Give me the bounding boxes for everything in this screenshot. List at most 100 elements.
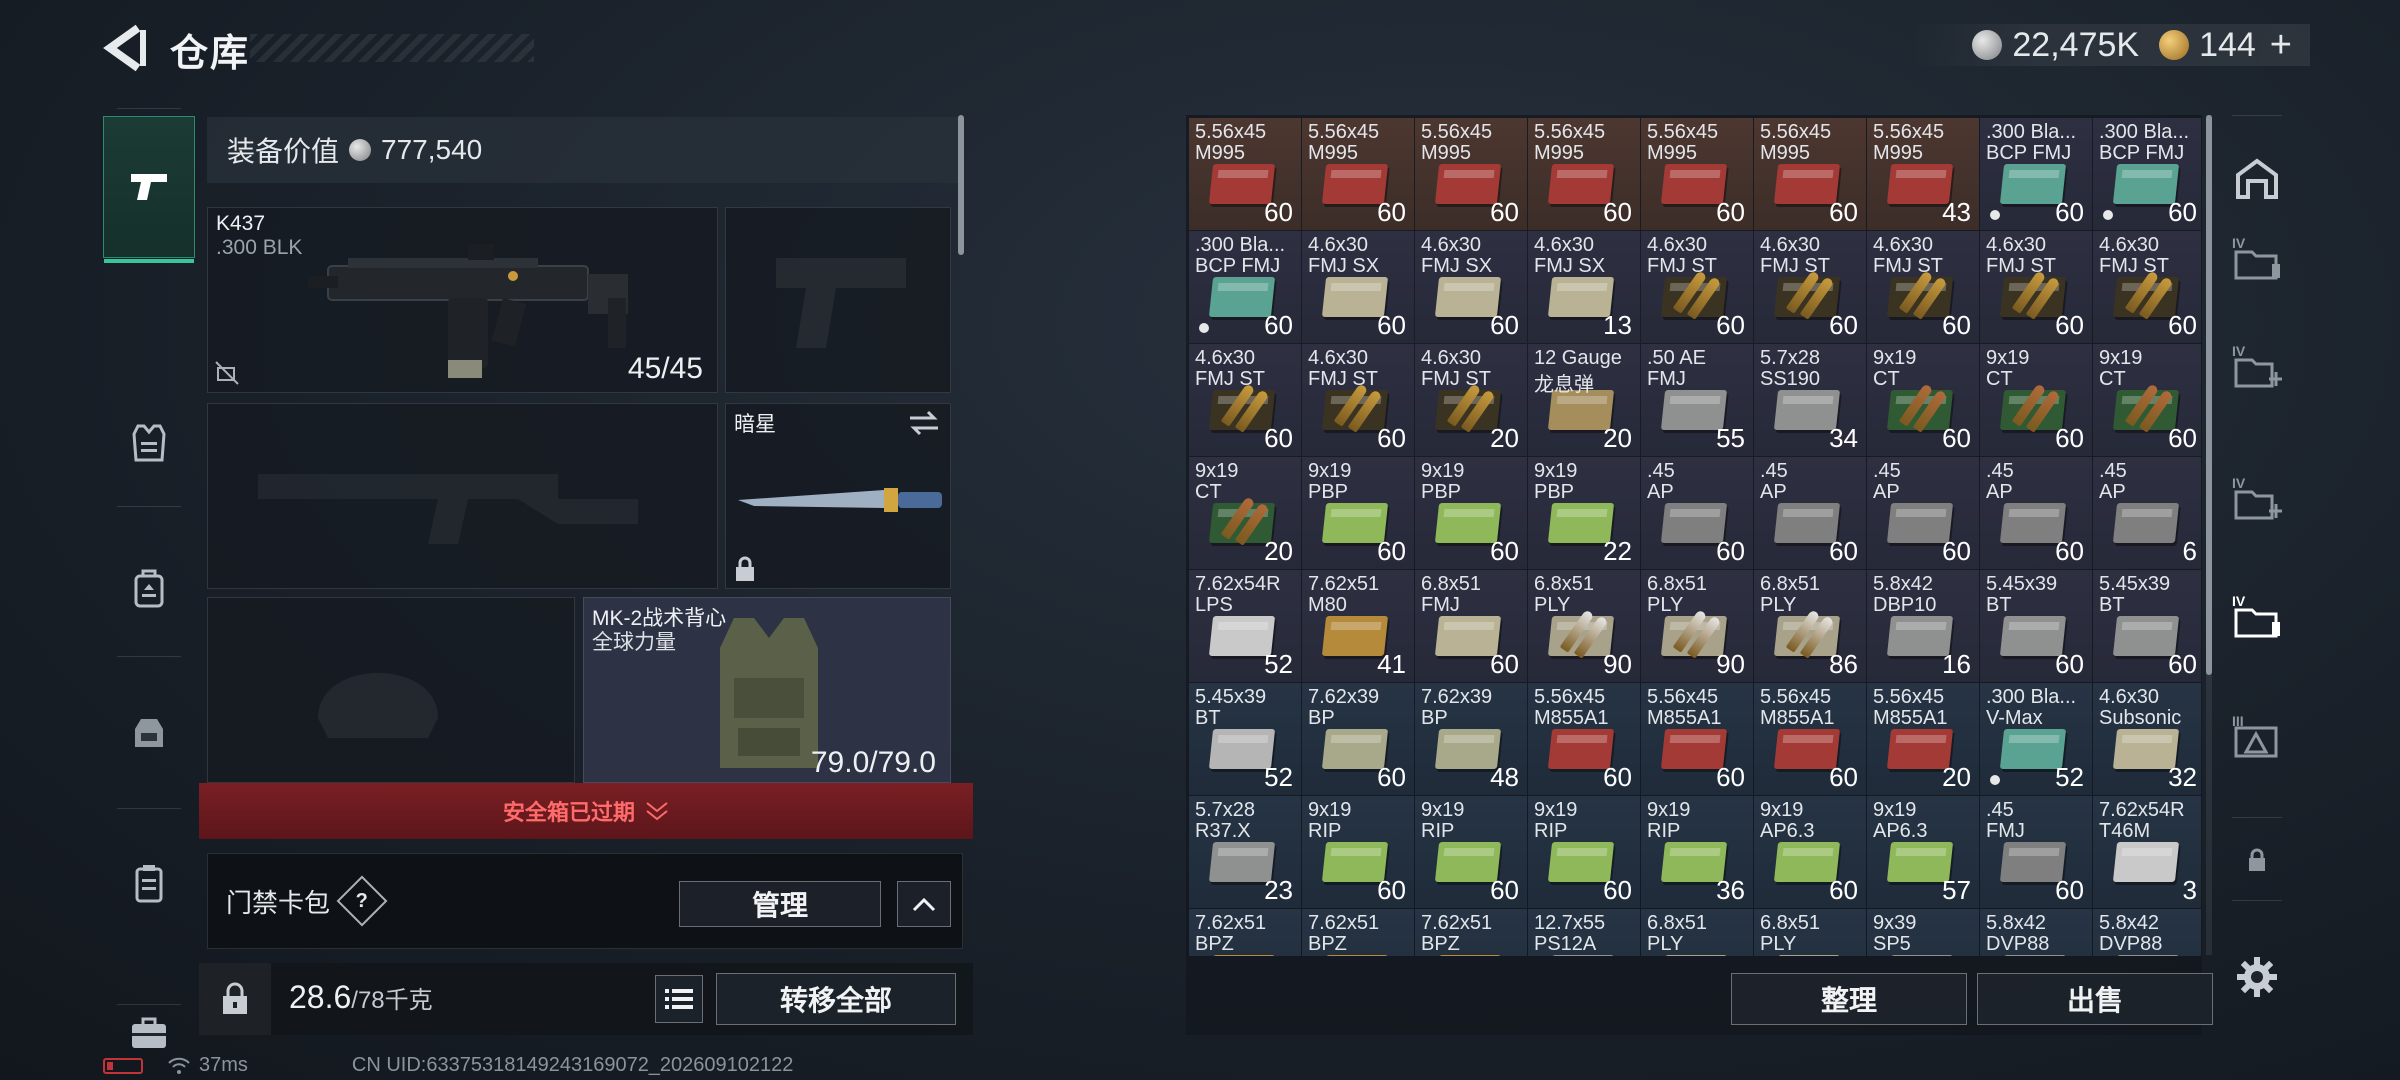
inventory-item[interactable]: 9x19 AP6.3 60 — [1754, 796, 1866, 908]
inventory-item[interactable]: 12.7x55 PS12A — [1528, 909, 1640, 956]
inventory-item[interactable]: 4.6x30 FMJ SX 60 — [1415, 231, 1527, 343]
inventory-item[interactable]: 5.56x45 M995 60 — [1754, 118, 1866, 230]
back-arrow-icon[interactable] — [100, 22, 150, 74]
inventory-item[interactable]: 9x19 RIP 60 — [1415, 796, 1527, 908]
inventory-item[interactable]: .45 FMJ 60 — [1980, 796, 2092, 908]
tab-storage-4c[interactable]: IV — [2227, 467, 2287, 527]
inventory-item[interactable]: 9x19 PBP 22 — [1528, 457, 1640, 569]
inventory-item[interactable]: 5.56x45 M995 60 — [1189, 118, 1301, 230]
inventory-item[interactable]: 7.62x51 BPZ — [1302, 909, 1414, 956]
inventory-item[interactable]: 5.45x39 BT 60 — [2093, 570, 2201, 682]
inventory-item[interactable]: 9x19 CT 60 — [1867, 344, 1979, 456]
inventory-item[interactable]: 9x19 CT 60 — [1980, 344, 2092, 456]
inventory-item[interactable]: 4.6x30 FMJ ST 60 — [2093, 231, 2201, 343]
helmet-slot[interactable] — [207, 597, 575, 783]
swap-icon[interactable] — [908, 410, 940, 436]
inventory-item[interactable]: 4.6x30 FMJ ST 60 — [1302, 344, 1414, 456]
inventory-item[interactable]: 4.6x30 FMJ ST 60 — [1641, 231, 1753, 343]
inventory-item[interactable]: 6.8x51 PLY 90 — [1641, 570, 1753, 682]
weight-lock[interactable] — [199, 963, 271, 1035]
inventory-item[interactable]: 9x19 RIP 36 — [1641, 796, 1753, 908]
manage-button[interactable]: 管理 — [679, 881, 881, 927]
vest-slot[interactable]: MK-2战术背心 全球力量 79.0/79.0 — [583, 597, 951, 783]
inventory-item[interactable]: 6.8x51 FMJ 60 — [1415, 570, 1527, 682]
inventory-item[interactable]: 9x19 PBP 60 — [1302, 457, 1414, 569]
inventory-item[interactable]: 5.7x28 R37.X 23 — [1189, 796, 1301, 908]
inventory-item[interactable]: .45 AP 60 — [1641, 457, 1753, 569]
sidebar-item-armor[interactable] — [103, 398, 195, 488]
sidebar-item-weapons[interactable] — [103, 116, 195, 263]
inventory-item[interactable]: 5.56x45 M855A1 20 — [1867, 683, 1979, 795]
sidebar-item-backpack[interactable] — [103, 543, 195, 633]
gold-currency[interactable]: 144 + — [2159, 24, 2292, 67]
inventory-item[interactable]: .45 AP 60 — [1754, 457, 1866, 569]
tab-storage-4d-active[interactable]: IV — [2227, 585, 2287, 645]
inventory-item[interactable]: 12 Gauge 龙息弹 20 — [1528, 344, 1640, 456]
silver-currency[interactable]: 22,475K — [1972, 26, 2139, 65]
help-icon[interactable]: ? — [336, 875, 388, 927]
inventory-item[interactable]: 4.6x30 FMJ ST 60 — [1754, 231, 1866, 343]
inventory-item[interactable]: 4.6x30 FMJ SX 13 — [1528, 231, 1640, 343]
secondary-weapon-slot[interactable] — [725, 207, 951, 393]
add-currency-icon[interactable]: + — [2270, 24, 2292, 67]
inventory-item[interactable]: 5.45x39 BT 52 — [1189, 683, 1301, 795]
inventory-item[interactable]: .300 Bla... BCP FMJ 60 — [1980, 118, 2092, 230]
inventory-item[interactable]: 9x19 RIP 60 — [1302, 796, 1414, 908]
inventory-item[interactable]: 5.7x28 SS190 34 — [1754, 344, 1866, 456]
sell-button[interactable]: 出售 — [1977, 973, 2213, 1025]
tab-storage-main[interactable] — [2227, 148, 2287, 208]
inventory-item[interactable]: 7.62x51 BPZ — [1415, 909, 1527, 956]
inventory-item[interactable]: 5.8x42 DBP10 16 — [1867, 570, 1979, 682]
tab-locked[interactable] — [2227, 830, 2287, 890]
inventory-scrollbar[interactable] — [2206, 115, 2212, 955]
inventory-item[interactable]: .45 AP 60 — [1867, 457, 1979, 569]
settings-button[interactable] — [2227, 947, 2287, 1007]
transfer-all-button[interactable]: 转移全部 — [716, 973, 956, 1025]
equipment-scrollbar[interactable] — [958, 115, 964, 255]
sidebar-item-rig[interactable] — [103, 688, 195, 778]
collapse-button[interactable] — [897, 881, 951, 927]
primary-weapon-slot[interactable]: K437 .300 BLK 45/45 — [207, 207, 718, 393]
inventory-item[interactable]: 5.56x45 M995 60 — [1415, 118, 1527, 230]
secondary-primary-slot[interactable] — [207, 403, 718, 589]
inventory-item[interactable]: 7.62x54R LPS 52 — [1189, 570, 1301, 682]
inventory-item[interactable]: .45 AP 60 — [1980, 457, 2092, 569]
inventory-item[interactable]: 4.6x30 FMJ ST 60 — [1980, 231, 2092, 343]
tab-storage-4b[interactable]: IV — [2227, 335, 2287, 395]
inventory-item[interactable]: .45 AP 6 — [2093, 457, 2201, 569]
inventory-item[interactable]: 7.62x51 BPZ — [1189, 909, 1301, 956]
inventory-item[interactable]: 9x19 RIP 60 — [1528, 796, 1640, 908]
inventory-item[interactable]: 4.6x30 FMJ ST 60 — [1867, 231, 1979, 343]
tab-storage-3[interactable]: III — [2227, 705, 2287, 765]
list-view-button[interactable] — [655, 975, 703, 1023]
inventory-item[interactable]: 5.8x42 DVP88 — [1980, 909, 2092, 956]
inventory-item[interactable]: 5.56x45 M995 43 — [1867, 118, 1979, 230]
inventory-item[interactable]: 7.62x54R T46M 3 — [2093, 796, 2201, 908]
inventory-item[interactable]: .300 Bla... V-Max 52 — [1980, 683, 2092, 795]
inventory-item[interactable]: 4.6x30 Subsonic 32 — [2093, 683, 2201, 795]
inventory-item[interactable]: 5.56x45 M995 60 — [1528, 118, 1640, 230]
tab-storage-4a[interactable]: IV — [2227, 227, 2287, 287]
inventory-item[interactable]: 9x19 AP6.3 57 — [1867, 796, 1979, 908]
inventory-item[interactable]: .300 Bla... BCP FMJ 60 — [1189, 231, 1301, 343]
inventory-item[interactable]: 4.6x30 FMJ ST 20 — [1415, 344, 1527, 456]
inventory-item[interactable]: 5.56x45 M855A1 60 — [1641, 683, 1753, 795]
melee-slot[interactable]: 暗星 — [725, 403, 951, 589]
inventory-item[interactable]: 6.8x51 PLY 86 — [1754, 570, 1866, 682]
inventory-item[interactable]: 4.6x30 FMJ ST 60 — [1189, 344, 1301, 456]
inventory-item[interactable]: .50 AE FMJ 55 — [1641, 344, 1753, 456]
inventory-item[interactable]: 4.6x30 FMJ SX 60 — [1302, 231, 1414, 343]
inventory-item[interactable]: 7.62x51 M80 41 — [1302, 570, 1414, 682]
inventory-item[interactable]: 5.56x45 M855A1 60 — [1528, 683, 1640, 795]
inventory-item[interactable]: 9x19 CT 60 — [2093, 344, 2201, 456]
inventory-item[interactable]: .300 Bla... BCP FMJ 60 — [2093, 118, 2201, 230]
inventory-item[interactable]: 9x39 SP5 — [1867, 909, 1979, 956]
inventory-item[interactable]: 6.8x51 PLY — [1641, 909, 1753, 956]
sidebar-item-pouch[interactable] — [103, 838, 195, 928]
inventory-item[interactable]: 5.56x45 M995 60 — [1641, 118, 1753, 230]
sort-button[interactable]: 整理 — [1731, 973, 1967, 1025]
inventory-item[interactable]: 9x19 PBP 60 — [1415, 457, 1527, 569]
inventory-item[interactable]: 7.62x39 BP 60 — [1302, 683, 1414, 795]
inventory-item[interactable]: 6.8x51 PLY — [1754, 909, 1866, 956]
inventory-item[interactable]: 9x19 CT 20 — [1189, 457, 1301, 569]
